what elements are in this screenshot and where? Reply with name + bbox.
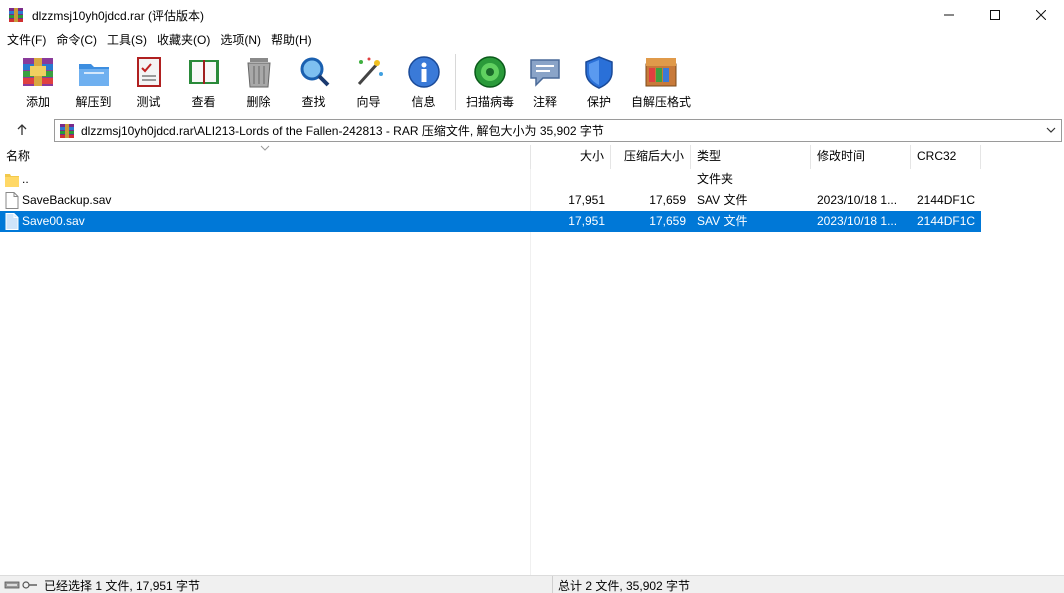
close-button[interactable] <box>1018 0 1064 30</box>
sfx-button[interactable]: 自解压格式 <box>628 54 694 110</box>
menu-bar: 文件(F) 命令(C) 工具(S) 收藏夹(O) 选项(N) 帮助(H) <box>0 30 1064 50</box>
menu-favorites[interactable]: 收藏夹(O) <box>152 30 215 50</box>
file-packed-size: 17,659 <box>649 214 686 228</box>
search-icon <box>296 54 332 90</box>
sfx-icon <box>643 54 679 90</box>
address-bar: dlzzmsj10yh0jdcd.rar\ALI213-Lords of the… <box>0 117 1064 143</box>
virus-scan-button[interactable]: 扫描病毒 <box>460 54 520 110</box>
menu-help[interactable]: 帮助(H) <box>266 30 317 50</box>
trash-icon <box>241 54 277 90</box>
arrow-up-icon <box>17 124 27 135</box>
info-label: 信息 <box>411 95 436 109</box>
up-button[interactable] <box>0 117 44 143</box>
extract-to-button[interactable]: 解压到 <box>66 54 121 110</box>
wizard-label: 向导 <box>356 95 381 109</box>
list-item-save00[interactable]: Save00.sav 17,951 17,659 SAV 文件 2023/10/… <box>0 211 981 232</box>
toolbar-separator <box>455 54 456 110</box>
column-type[interactable]: 类型 <box>691 145 811 169</box>
comment-button[interactable]: 注释 <box>520 54 570 110</box>
add-archive-icon <box>20 54 56 90</box>
file-packed-size: 17,659 <box>649 193 686 207</box>
rar-archive-icon <box>59 123 75 139</box>
view-icon <box>186 54 222 90</box>
file-crc32: 2144DF1C <box>917 214 976 228</box>
delete-button[interactable]: 删除 <box>231 54 286 110</box>
status-selection-text: 已经选择 1 文件, 17,951 字节 <box>44 578 201 593</box>
find-button[interactable]: 查找 <box>286 54 341 110</box>
test-button[interactable]: 测试 <box>121 54 176 110</box>
protect-label: 保护 <box>586 95 611 109</box>
protect-button[interactable]: 保护 <box>570 54 628 110</box>
title-bar: dlzzmsj10yh0jdcd.rar (评估版本) <box>0 0 1064 30</box>
file-type: SAV 文件 <box>697 193 748 207</box>
status-selection: 已经选择 1 文件, 17,951 字节 <box>0 576 552 593</box>
drive-key-icon[interactable] <box>4 578 38 592</box>
extract-to-icon <box>76 54 112 90</box>
comment-icon <box>527 54 563 90</box>
view-button[interactable]: 查看 <box>176 54 231 110</box>
path-combobox[interactable]: dlzzmsj10yh0jdcd.rar\ALI213-Lords of the… <box>54 119 1062 142</box>
file-modified: 2023/10/18 1... <box>817 214 898 228</box>
find-label: 查找 <box>301 95 326 109</box>
file-name: .. <box>22 172 29 186</box>
add-label: 添加 <box>25 95 50 109</box>
status-bar: 已经选择 1 文件, 17,951 字节 总计 2 文件, 35,902 字节 <box>0 575 1064 593</box>
file-size: 17,951 <box>568 193 605 207</box>
file-crc32: 2144DF1C <box>917 193 976 207</box>
window-controls <box>926 0 1064 30</box>
menu-file[interactable]: 文件(F) <box>2 30 51 50</box>
document-icon <box>5 213 19 230</box>
info-icon <box>406 54 442 90</box>
column-header: 名称 大小 压缩后大小 类型 修改时间 CRC32 <box>0 145 1064 169</box>
view-label: 查看 <box>191 95 216 109</box>
info-button[interactable]: 信息 <box>396 54 451 110</box>
file-type: 文件夹 <box>697 172 734 186</box>
wizard-icon <box>351 54 387 90</box>
file-modified: 2023/10/18 1... <box>817 193 898 207</box>
test-label: 测试 <box>136 95 161 109</box>
file-name: Save00.sav <box>22 214 85 228</box>
column-crc32[interactable]: CRC32 <box>911 145 981 169</box>
wizard-button[interactable]: 向导 <box>341 54 396 110</box>
comment-label: 注释 <box>532 95 557 109</box>
status-total: 总计 2 文件, 35,902 字节 <box>552 576 690 593</box>
document-icon <box>5 192 19 209</box>
file-type: SAV 文件 <box>697 214 748 228</box>
menu-tools[interactable]: 工具(S) <box>102 30 152 50</box>
winrar-app-icon[interactable] <box>8 7 24 23</box>
extract-to-label: 解压到 <box>75 95 112 109</box>
folder-icon <box>5 171 19 188</box>
file-name: SaveBackup.sav <box>22 193 112 207</box>
add-button[interactable]: 添加 <box>10 54 66 110</box>
sfx-label: 自解压格式 <box>630 95 691 109</box>
menu-commands[interactable]: 命令(C) <box>51 30 102 50</box>
virus-scan-icon <box>472 54 508 90</box>
column-modified[interactable]: 修改时间 <box>811 145 911 169</box>
file-size: 17,951 <box>568 214 605 228</box>
status-total-text: 总计 2 文件, 35,902 字节 <box>558 578 691 593</box>
menu-options[interactable]: 选项(N) <box>215 30 266 50</box>
maximize-button[interactable] <box>972 0 1018 30</box>
path-text: dlzzmsj10yh0jdcd.rar\ALI213-Lords of the… <box>81 124 604 138</box>
sort-arrow-icon <box>260 145 270 153</box>
column-packed-size[interactable]: 压缩后大小 <box>611 145 691 169</box>
list-item-parent-folder[interactable]: .. 文件夹 <box>0 169 981 190</box>
toolbar: 添加 解压到 测试 查看 删除 查找 向导 信息 扫描病毒 注释 保护 自解压格… <box>0 50 1064 114</box>
virus-scan-label: 扫描病毒 <box>465 95 514 109</box>
test-icon <box>131 54 167 90</box>
delete-label: 删除 <box>246 95 271 109</box>
column-size[interactable]: 大小 <box>531 145 611 169</box>
list-item-savebackup[interactable]: SaveBackup.sav 17,951 17,659 SAV 文件 2023… <box>0 190 981 211</box>
window-title: dlzzmsj10yh0jdcd.rar (评估版本) <box>32 8 205 23</box>
chevron-down-icon[interactable] <box>1041 125 1061 136</box>
shield-icon <box>581 54 617 90</box>
minimize-button[interactable] <box>926 0 972 30</box>
file-list[interactable]: 名称 大小 压缩后大小 类型 修改时间 CRC32 .. 文件夹 SaveBac… <box>0 145 1064 575</box>
